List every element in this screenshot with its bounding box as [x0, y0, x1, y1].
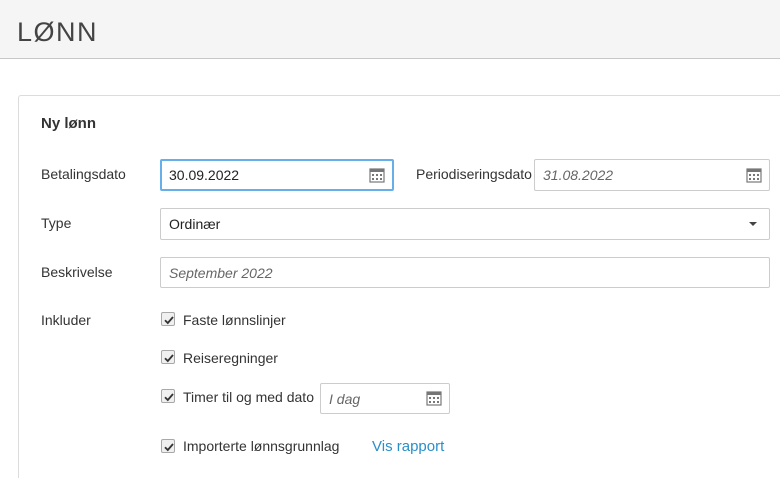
description-input[interactable]: September 2022	[160, 257, 770, 288]
travel-expenses-checkbox[interactable]	[161, 350, 175, 364]
accrual-date-label: Periodiseringsdato	[416, 166, 532, 182]
accrual-date-placeholder: 31.08.2022	[543, 167, 614, 183]
check-icon	[164, 354, 174, 363]
page-title: LØNN	[17, 17, 99, 47]
payment-date-value: 30.09.2022	[169, 167, 240, 183]
fixed-salary-lines-label[interactable]: Faste lønnslinjer	[183, 312, 286, 328]
accrual-date-input[interactable]: 31.08.2022	[534, 159, 770, 191]
hours-until-date-placeholder: I dag	[329, 390, 361, 407]
top-bar: LØNN	[0, 0, 780, 59]
panel-title: Ny lønn	[41, 115, 96, 132]
check-icon	[164, 443, 174, 452]
type-select[interactable]: Ordinær	[160, 208, 770, 240]
hours-until-date-label[interactable]: Timer til og med dato	[183, 389, 314, 405]
payment-date-input[interactable]: 30.09.2022	[160, 159, 394, 191]
travel-expenses-label[interactable]: Reiseregninger	[183, 350, 278, 366]
check-icon	[164, 316, 174, 325]
caret-down-icon	[749, 222, 757, 226]
include-label: Inkluder	[41, 312, 91, 328]
view-report-link[interactable]: Vis rapport	[372, 438, 444, 455]
hours-until-date-checkbox[interactable]	[161, 389, 175, 403]
calendar-icon[interactable]	[369, 167, 385, 183]
fixed-salary-lines-checkbox[interactable]	[161, 312, 175, 326]
imported-payroll-basis-label[interactable]: Importerte lønnsgrunnlag	[183, 438, 339, 454]
description-placeholder: September 2022	[169, 264, 273, 281]
type-selected-value: Ordinær	[169, 216, 221, 232]
calendar-icon[interactable]	[426, 390, 442, 406]
description-label: Beskrivelse	[41, 264, 113, 280]
payment-date-label: Betalingsdato	[41, 166, 126, 182]
imported-payroll-basis-checkbox[interactable]	[161, 439, 175, 453]
hours-until-date-input[interactable]: I dag	[320, 383, 450, 414]
calendar-icon[interactable]	[746, 167, 762, 183]
check-icon	[164, 393, 174, 402]
type-label: Type	[41, 215, 72, 231]
